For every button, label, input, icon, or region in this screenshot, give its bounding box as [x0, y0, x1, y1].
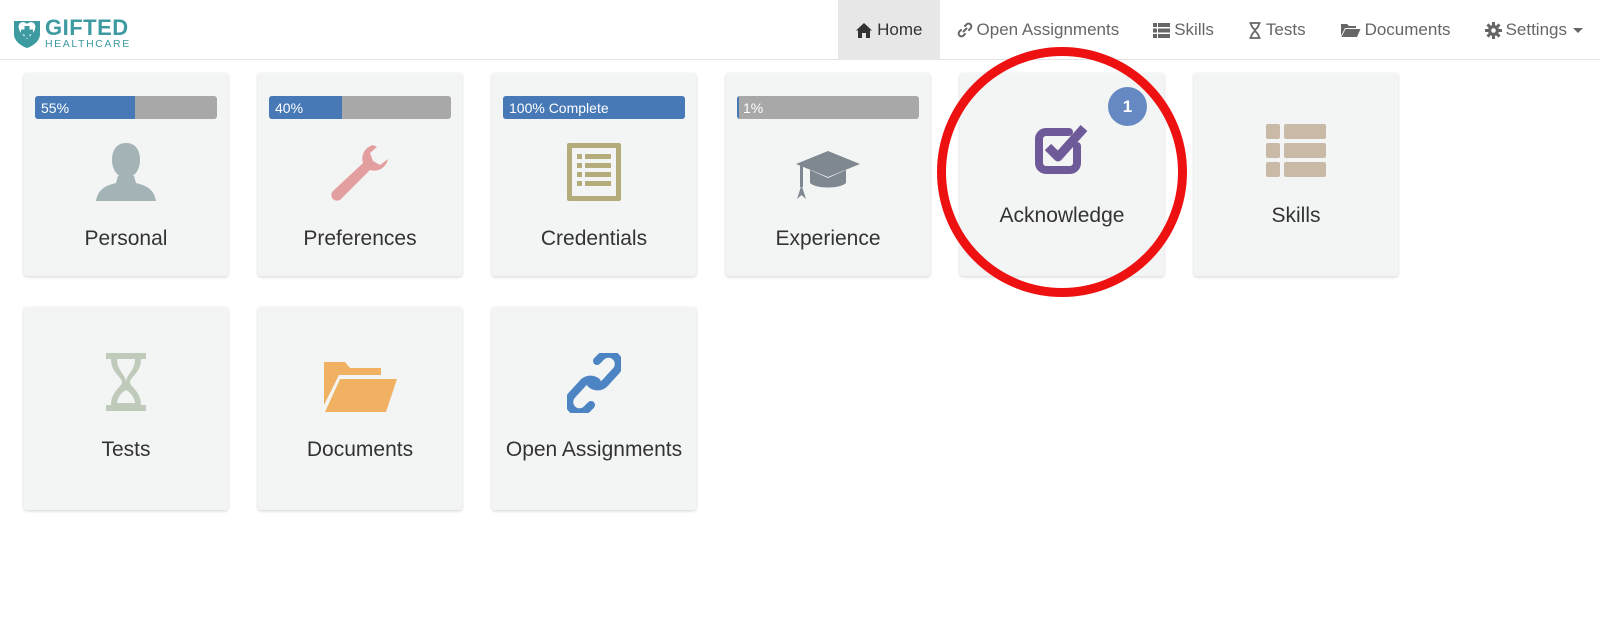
folder-open-icon [324, 362, 397, 412]
medical-cross-shield-icon [14, 21, 40, 48]
tile-label: Open Assignments [505, 438, 683, 461]
main-nav: Home Open Assignments Skills Tests Docum… [838, 0, 1600, 60]
tile-label: Preferences [303, 227, 417, 250]
tile-open-assignments[interactable]: Open Assignments [492, 307, 696, 510]
user-icon [96, 143, 156, 201]
tile-label: Acknowledge [999, 204, 1125, 227]
nav-tests[interactable]: Tests [1231, 0, 1323, 60]
list-alt-icon [567, 143, 621, 201]
nav-home[interactable]: Home [838, 0, 940, 60]
tile-label: Personal [84, 227, 168, 250]
tile-label: Documents [306, 438, 414, 461]
tile-label: Tests [101, 438, 151, 461]
brand-logo[interactable]: GIFTED HEALTHCARE [12, 17, 129, 50]
tile-label: Skills [1271, 204, 1321, 227]
check-square-icon [1035, 124, 1088, 174]
home-icon [856, 22, 873, 38]
progress-label: 40% [275, 100, 304, 116]
progress-bar: 100% Complete [503, 96, 685, 119]
progress-label: 55% [41, 100, 70, 116]
tile-preferences[interactable]: 40% Preferences [258, 73, 462, 276]
brand-name: GIFTED [45, 15, 129, 40]
progress-bar: 40% [269, 96, 451, 119]
nav-skills-label: Skills [1174, 20, 1214, 39]
progress-bar: 55% [35, 96, 217, 119]
hourglass-icon [1249, 21, 1261, 39]
brand-subtitle: HEALTHCARE [45, 38, 131, 50]
nav-open-assignments-label: Open Assignments [976, 20, 1120, 39]
tile-acknowledge[interactable]: 1 Acknowledge [960, 73, 1164, 276]
notification-badge: 1 [1108, 87, 1147, 126]
nav-settings-label: Settings [1505, 20, 1567, 39]
nav-skills[interactable]: Skills [1136, 0, 1231, 60]
tile-experience[interactable]: 1% Experience [726, 73, 930, 276]
wrench-icon [331, 145, 388, 201]
tile-documents[interactable]: Documents [258, 307, 462, 510]
nav-settings-dropdown[interactable]: Settings [1468, 0, 1600, 60]
tile-label: Experience [775, 227, 881, 250]
nav-home-label: Home [877, 20, 923, 39]
nav-documents-label: Documents [1364, 20, 1451, 39]
graduation-cap-icon [796, 151, 860, 199]
list-icon [1153, 22, 1171, 38]
caret-down-icon [1573, 27, 1583, 33]
tile-personal[interactable]: 55% Personal [24, 73, 228, 276]
link-icon [567, 353, 621, 413]
tile-skills[interactable]: Skills [1194, 73, 1398, 276]
progress-fill [737, 96, 739, 119]
folder-open-icon [1340, 24, 1361, 37]
tile-label: Credentials [540, 227, 648, 250]
hourglass-icon [106, 353, 146, 411]
nav-tests-label: Tests [1265, 20, 1306, 39]
progress-label: 100% Complete [509, 100, 609, 116]
link-icon [957, 22, 972, 38]
nav-documents[interactable]: Documents [1323, 0, 1468, 60]
gear-icon [1484, 21, 1502, 39]
progress-bar: 1% [737, 96, 919, 119]
tile-credentials[interactable]: 100% Complete Credentials [492, 73, 696, 276]
top-navbar: GIFTED HEALTHCARE Home Open Assignments [0, 0, 1600, 60]
progress-label: 1% [743, 100, 764, 116]
tile-tests[interactable]: Tests [24, 307, 228, 510]
th-list-icon [1266, 124, 1326, 177]
nav-open-assignments[interactable]: Open Assignments [940, 0, 1137, 60]
